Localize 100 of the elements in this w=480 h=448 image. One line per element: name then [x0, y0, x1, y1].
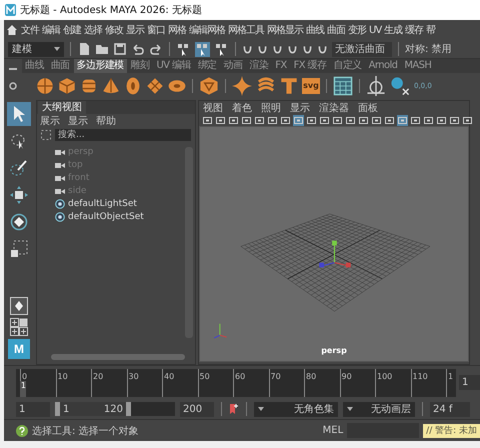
shelf-tab[interactable]: UV 编辑 [153, 59, 194, 73]
menu-item[interactable]: 显示 [68, 114, 88, 128]
menu-item[interactable]: 文件 [21, 23, 39, 37]
home-icon[interactable] [6, 24, 18, 36]
viewport-tool-icon[interactable] [241, 114, 252, 126]
shelf-tab[interactable]: 绑定 [194, 59, 220, 73]
viewport-tool-icon[interactable] [202, 114, 213, 126]
viewport-tool-icon[interactable] [293, 114, 304, 126]
viewport-tool-icon[interactable] [371, 114, 382, 126]
viewport-tool-icon[interactable] [397, 114, 408, 126]
menu-item[interactable]: 着色 [232, 100, 252, 114]
menu-item[interactable]: 展示 [40, 114, 60, 128]
current-frame-field[interactable]: 1 [459, 375, 480, 390]
quad-layout-icon[interactable] [10, 318, 28, 336]
menu-item[interactable]: 帮助 [96, 114, 116, 128]
folder-icon[interactable] [95, 42, 109, 56]
redo-icon[interactable] [149, 42, 163, 56]
time-slider[interactable]: 0 10 20 30 40 50 60 70 80 90 100 110 1 1 [16, 368, 456, 396]
menu-item[interactable]: 变形 [348, 23, 366, 37]
torus-icon[interactable] [124, 76, 142, 94]
menu-item[interactable]: 帮 [426, 23, 436, 37]
undo-icon[interactable] [131, 42, 145, 56]
magnet-icon[interactable] [317, 44, 328, 54]
menu-item[interactable]: 创建 [63, 23, 81, 37]
shelf-tab[interactable]: FX [272, 59, 290, 73]
search-field[interactable]: 搜索... [55, 129, 191, 141]
axis-gizmo-icon[interactable] [319, 240, 351, 268]
menu-item[interactable]: 缓存 [405, 23, 424, 37]
cylinder-icon[interactable] [80, 76, 98, 94]
menu-set-dropdown[interactable]: 建模 [8, 42, 64, 56]
anim-layer-dropdown[interactable]: 无动画层 [343, 402, 415, 416]
menu-item[interactable]: 面板 [358, 100, 378, 114]
menu-item[interactable]: 编辑 [42, 23, 60, 37]
outliner-tab[interactable]: 大纲视图 [38, 101, 86, 114]
cone-icon[interactable] [102, 76, 120, 94]
menu-item[interactable]: 编辑网格 [189, 23, 225, 37]
fps-field[interactable]: 24 f [430, 402, 470, 416]
key-icon[interactable] [229, 403, 239, 415]
menu-item[interactable]: 显示 [290, 100, 310, 114]
viewport-tool-icon[interactable] [254, 114, 265, 126]
scrollbar[interactable] [51, 354, 185, 360]
viewport-tool-icon[interactable] [358, 114, 369, 126]
layout-icon[interactable] [10, 297, 28, 315]
viewport-tool-icon[interactable] [228, 114, 239, 126]
menu-item[interactable]: 照明 [261, 100, 281, 114]
viewport-tool-icon[interactable] [332, 114, 343, 126]
magnet-icon[interactable] [287, 44, 298, 54]
menu-item[interactable]: 生成 [384, 23, 402, 37]
viewport-tool-icon[interactable] [423, 114, 434, 126]
viewport-tool-icon[interactable] [410, 114, 421, 126]
menu-item[interactable]: 曲线 [306, 23, 324, 37]
shelf-tab[interactable]: 动画 [220, 59, 246, 73]
shelf-tab[interactable]: 曲面 [48, 59, 73, 73]
viewport-tool-icon[interactable] [215, 114, 226, 126]
viewport-tool-icon[interactable] [319, 114, 330, 126]
character-set-dropdown[interactable]: 无角色集 [254, 402, 338, 416]
selection-mode-icon[interactable] [214, 42, 229, 56]
shelf-tab[interactable]: MASH [401, 59, 434, 73]
spreadsheet-icon[interactable] [333, 76, 353, 96]
viewport-tool-icon[interactable] [384, 114, 395, 126]
menu-item[interactable]: 显示 [126, 23, 144, 37]
sparkle-icon[interactable] [232, 76, 252, 96]
menu-item[interactable]: 网格工具 [228, 23, 264, 37]
end-frame-field[interactable]: 200 [180, 402, 214, 416]
menu-item[interactable]: 渲染器 [319, 100, 349, 114]
shelf-tab[interactable]: 渲染 [246, 59, 272, 73]
polyhedron-icon[interactable] [199, 76, 219, 96]
live-surface-field[interactable]: 无激活曲面 [332, 42, 392, 56]
shelf-tab[interactable]: Arnold [366, 59, 400, 73]
menu-item[interactable]: 网格显示 [267, 23, 303, 37]
filter-icon[interactable] [41, 130, 51, 140]
shelf-tab[interactable]: 雕刻 [128, 59, 152, 73]
selection-mode-icon[interactable] [195, 42, 210, 56]
menu-item[interactable]: 选择 [84, 23, 102, 37]
symmetry-label[interactable]: 对称: 禁用 [405, 42, 452, 56]
script-type-label[interactable]: MEL [322, 425, 344, 436]
type-tool-icon[interactable] [280, 76, 298, 94]
cube-icon[interactable] [58, 76, 76, 94]
menu-item[interactable]: 视图 [203, 100, 223, 114]
viewport-tool-icon[interactable] [436, 114, 447, 126]
viewport-tool-icon[interactable] [449, 114, 460, 126]
magnet-icon[interactable] [272, 44, 283, 54]
viewport-tool-icon[interactable] [267, 114, 278, 126]
diamond-icon[interactable] [146, 76, 164, 94]
range-slider[interactable]: 1 120 [55, 402, 175, 416]
outliner-item[interactable]: defaultObjectSet [55, 211, 185, 223]
menu-item[interactable]: 曲面 [327, 23, 345, 37]
viewport-tool-icon[interactable] [306, 114, 317, 126]
menu-item[interactable]: UV [369, 24, 382, 36]
save-icon[interactable] [113, 42, 127, 56]
start-frame-field[interactable]: 1 [16, 402, 50, 416]
viewport-tool-icon[interactable] [462, 114, 473, 126]
magnet-icon[interactable] [242, 44, 253, 54]
shelf-tab[interactable]: 曲线 [22, 59, 47, 73]
current-frame-marker[interactable]: 1 [20, 380, 26, 396]
magnet-icon[interactable] [302, 44, 313, 54]
viewport-tool-icon[interactable] [345, 114, 356, 126]
outliner-item[interactable]: defaultLightSet [55, 198, 185, 210]
shelf-tab[interactable]: 多边形建模 [74, 59, 127, 73]
magnet-icon[interactable] [257, 44, 268, 54]
